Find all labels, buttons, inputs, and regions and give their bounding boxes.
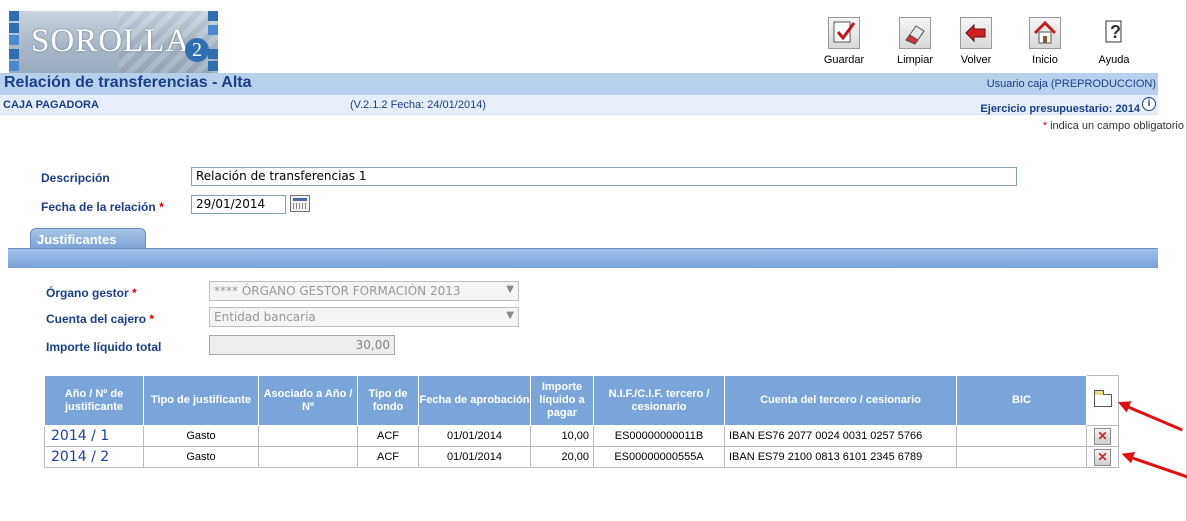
descripcion-input[interactable]: Relación de transferencias 1 — [191, 167, 1017, 186]
fecha-cell: 01/01/2014 — [418, 425, 531, 447]
fecha-input[interactable]: 29/01/2014 — [191, 195, 286, 214]
table-row: 2014 / 2 Gasto ACF 01/01/2014 20,00 ES00… — [44, 446, 1119, 468]
chevron-down-icon: ▼ — [506, 310, 514, 321]
importe-label: Importe líquido total — [46, 340, 162, 354]
cuenta-select-value: Entidad bancaria — [214, 310, 316, 324]
header: SOROLLA 2 Guardar Limpiar Volver Inicio … — [0, 0, 1158, 73]
tipo-cell: Gasto — [143, 425, 259, 447]
chevron-down-icon: ▼ — [506, 284, 514, 295]
descripcion-label: Descripción — [41, 171, 110, 185]
eraser-icon — [899, 17, 931, 49]
bic-cell — [956, 425, 1087, 447]
organo-select[interactable]: **** ÓRGANO GESTOR FORMACIÓN 2013 ▼ — [209, 281, 519, 301]
calendar-icon[interactable] — [290, 195, 310, 212]
ejercicio-label: Ejercicio presupuestario: 2014 — [980, 103, 1140, 115]
guardar-label: Guardar — [823, 54, 865, 66]
col-fondo[interactable]: Tipo de fondo — [357, 375, 419, 426]
col-justificante[interactable]: Año / Nº de justificante — [44, 375, 144, 426]
ayuda-label: Ayuda — [1098, 54, 1130, 66]
fecha-label: Fecha de la relación * — [41, 200, 164, 214]
inicio-button[interactable]: Inicio — [1021, 17, 1069, 66]
logo-suffix: 2 — [185, 38, 209, 62]
annotation-arrow-icon — [1130, 456, 1187, 480]
volver-button[interactable]: Volver — [952, 17, 1000, 66]
asociado-cell — [258, 425, 358, 447]
page-title: Relación de transferencias - Alta — [4, 74, 252, 91]
required-note-text: indica un campo obligatorio — [1050, 120, 1184, 132]
delete-row-button[interactable]: ✕ — [1086, 425, 1119, 447]
justificante-link[interactable]: 2014 / 1 — [44, 425, 144, 447]
col-fecha[interactable]: Fecha de aprobación — [418, 375, 531, 426]
tipo-cell: Gasto — [143, 446, 259, 468]
help-icon: ? — [1098, 17, 1130, 49]
limpiar-label: Limpiar — [896, 54, 934, 66]
svg-text:?: ? — [1110, 22, 1121, 42]
fondo-cell: ACF — [357, 425, 419, 447]
inicio-label: Inicio — [1032, 54, 1058, 66]
version-label: (V.2.1.2 Fecha: 24/01/2014) — [350, 99, 486, 111]
fondo-cell: ACF — [357, 446, 419, 468]
app-window: SOROLLA 2 Guardar Limpiar Volver Inicio … — [0, 0, 1187, 521]
organo-label-text: Órgano gestor — [46, 286, 129, 300]
importe-cell: 10,00 — [530, 425, 594, 447]
delete-icon: ✕ — [1094, 448, 1111, 466]
nif-cell: ES00000000011B — [593, 425, 725, 447]
cuenta-cell: IBAN ES76 2077 0024 0031 0257 5766 — [724, 425, 957, 447]
col-nif[interactable]: N.I.F./C.I.F. tercero / cesionario — [593, 375, 725, 426]
tab-justificantes[interactable]: Justificantes — [30, 228, 146, 248]
organo-select-value: **** ÓRGANO GESTOR FORMACIÓN 2013 — [214, 284, 461, 298]
fecha-label-text: Fecha de la relación — [41, 200, 156, 214]
asociado-cell — [258, 446, 358, 468]
importe-cell: 20,00 — [530, 446, 594, 468]
guardar-button[interactable]: Guardar — [820, 17, 868, 66]
col-tipo[interactable]: Tipo de justificante — [143, 375, 259, 426]
justificantes-table: Año / Nº de justificante Tipo de justifi… — [44, 375, 1119, 468]
context-bar: CAJA PAGADORA (V.2.1.2 Fecha: 24/01/2014… — [0, 95, 1158, 115]
required-mark: * — [1042, 120, 1048, 132]
col-cuenta[interactable]: Cuenta del tercero / cesionario — [724, 375, 957, 426]
organo-label: Órgano gestor * — [46, 286, 137, 300]
cuenta-select[interactable]: Entidad bancaria ▼ — [209, 307, 519, 327]
save-icon — [828, 17, 860, 49]
sorolla-logo: SOROLLA 2 — [9, 11, 218, 73]
fecha-required-mark: * — [159, 200, 164, 214]
fecha-cell: 01/01/2014 — [418, 446, 531, 468]
col-asociado[interactable]: Asociado a Año / Nº — [258, 375, 358, 426]
delete-row-button[interactable]: ✕ — [1086, 446, 1119, 468]
delete-icon: ✕ — [1094, 427, 1111, 445]
cuenta-required-mark: * — [149, 312, 155, 326]
annotation-arrow-icon — [1126, 405, 1183, 432]
info-icon[interactable]: i — [1142, 97, 1156, 111]
col-bic[interactable]: BIC — [956, 375, 1087, 426]
tab-panel-header — [8, 248, 1158, 268]
organo-required-mark: * — [132, 286, 137, 300]
back-arrow-icon — [960, 17, 992, 49]
ayuda-button[interactable]: ? Ayuda — [1090, 17, 1138, 66]
table-header-row: Año / Nº de justificante Tipo de justifi… — [44, 375, 1119, 426]
nif-cell: ES00000000555A — [593, 446, 725, 468]
cuenta-label: Cuenta del cajero * — [46, 312, 154, 326]
col-importe[interactable]: Importe líquido a pagar — [530, 375, 594, 426]
table-row: 2014 / 1 Gasto ACF 01/01/2014 10,00 ES00… — [44, 425, 1119, 447]
add-justificante-button[interactable] — [1086, 375, 1119, 426]
required-note: * indica un campo obligatorio — [1043, 120, 1184, 132]
volver-label: Volver — [960, 54, 992, 66]
importe-total-field: 30,00 — [209, 335, 395, 355]
cuenta-cell: IBAN ES79 2100 0813 6101 2345 6789 — [724, 446, 957, 468]
title-bar: Relación de transferencias - Alta Usuari… — [0, 73, 1158, 95]
limpiar-button[interactable]: Limpiar — [891, 17, 939, 66]
user-label: Usuario caja (PREPRODUCCION) — [986, 78, 1156, 90]
justificante-link[interactable]: 2014 / 2 — [44, 446, 144, 468]
bic-cell — [956, 446, 1087, 468]
home-icon — [1029, 17, 1061, 49]
logo-text: SOROLLA — [31, 23, 191, 59]
folder-icon — [1093, 389, 1112, 407]
cuenta-label-text: Cuenta del cajero — [46, 312, 147, 326]
caja-label: CAJA PAGADORA — [3, 99, 99, 111]
